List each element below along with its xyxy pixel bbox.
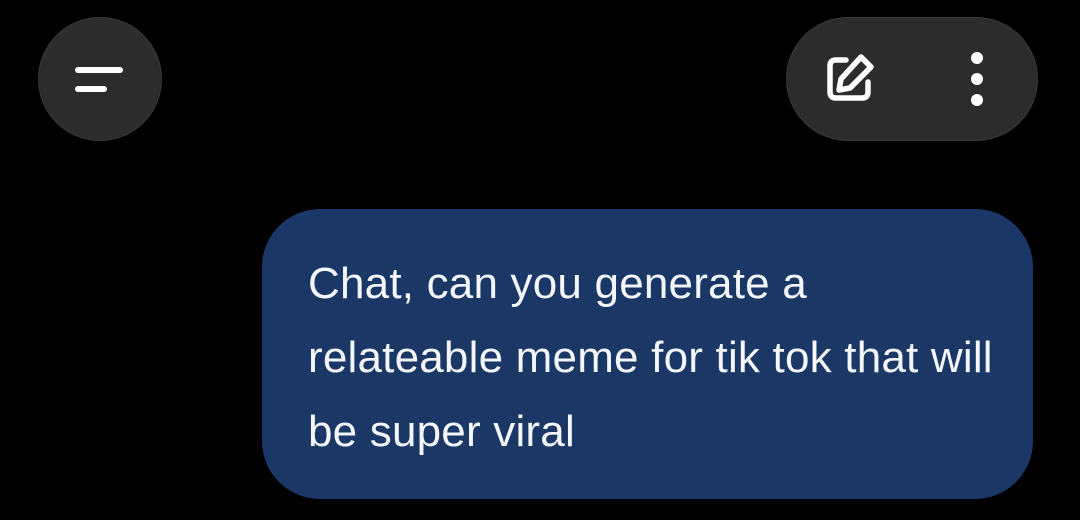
header-actions <box>786 17 1038 141</box>
new-chat-button[interactable] <box>787 18 911 140</box>
user-message-bubble: Chat, can you generate a relateable meme… <box>262 209 1033 499</box>
edit-icon <box>827 54 874 101</box>
user-message-text: Chat, can you generate a relateable meme… <box>308 259 993 456</box>
menu-button[interactable] <box>38 17 162 141</box>
more-options-button[interactable] <box>915 18 1039 140</box>
menu-icon <box>75 67 123 92</box>
more-vertical-icon <box>971 52 983 106</box>
